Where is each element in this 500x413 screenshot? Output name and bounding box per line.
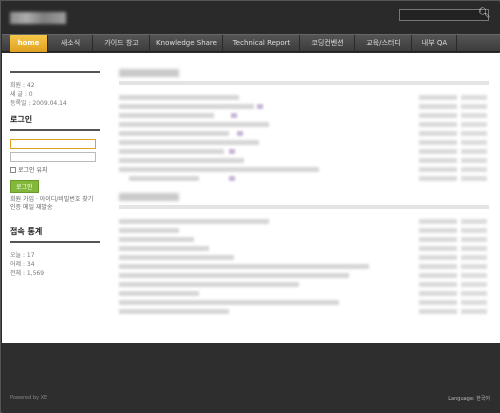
new-posts: 새 글 : 0 — [10, 91, 33, 98]
nav-item-education[interactable]: 교육/스터디 — [356, 35, 412, 52]
divider — [10, 71, 100, 73]
list-item[interactable] — [119, 138, 489, 147]
language-selector[interactable]: Language: 한국어 — [448, 395, 490, 402]
header: 🔍︎ — [2, 2, 500, 34]
nav-item-home[interactable]: home — [10, 35, 48, 52]
content — [119, 69, 489, 316]
remember-label: 로그인 유지 — [18, 167, 48, 174]
list-item[interactable] — [119, 102, 489, 111]
stats-title: 접속 통계 — [10, 227, 43, 236]
remember-login[interactable]: 로그인 유지 — [10, 165, 100, 174]
nav-item-coding-convention[interactable]: 코딩컨벤션 — [301, 35, 355, 52]
stats-today: 오늘 : 17 — [10, 252, 35, 259]
divider — [10, 129, 100, 131]
latest-posts-2 — [119, 193, 489, 316]
list-item[interactable] — [119, 93, 489, 102]
register-date: 등록일 : 2009.04.14 — [10, 100, 67, 107]
list-item[interactable] — [119, 174, 489, 183]
stats-yesterday: 어제 : 34 — [10, 261, 35, 268]
search-icon[interactable]: 🔍︎ — [478, 8, 491, 20]
section-rule — [119, 205, 489, 209]
footer: Powered by XE Language: 한국어 — [2, 343, 500, 413]
list-item[interactable] — [119, 129, 489, 138]
list-item[interactable] — [119, 262, 489, 271]
signup-link[interactable]: 회원 가입 · 아이디/비밀번호 찾기 — [10, 196, 100, 204]
list-item[interactable] — [119, 147, 489, 156]
sidebar: 회원 : 42 새 글 : 0 등록일 : 2009.04.14 로그인 로그인… — [10, 71, 100, 278]
remember-checkbox[interactable] — [10, 166, 16, 173]
nav-item-knowledge-share[interactable]: Knowledge Share — [151, 35, 223, 52]
list-item[interactable] — [119, 280, 489, 289]
list-item[interactable] — [119, 253, 489, 262]
list-item[interactable] — [119, 289, 489, 298]
list-item[interactable] — [119, 226, 489, 235]
list-item[interactable] — [119, 298, 489, 307]
password-field[interactable] — [10, 152, 96, 162]
divider — [10, 241, 100, 243]
section-title-blurred — [119, 193, 179, 201]
powered-by: Powered by XE — [10, 395, 48, 401]
main-nav: home 새소식 가이드 창고 Knowledge Share Technica… — [2, 34, 500, 52]
list-item[interactable] — [119, 271, 489, 280]
nav-item-internal-qa[interactable]: 내부 QA — [413, 35, 457, 52]
section-title-blurred — [119, 69, 179, 77]
page-frame: 🔍︎ home 새소식 가이드 창고 Knowledge Share Techn… — [0, 0, 500, 413]
nav-item-news[interactable]: 새소식 — [49, 35, 93, 52]
list-item[interactable] — [119, 120, 489, 129]
stats-total: 전체 : 1,569 — [10, 270, 45, 277]
site-logo[interactable] — [10, 12, 66, 24]
nav-item-technical-report[interactable]: Technical Report — [224, 35, 300, 52]
list-item[interactable] — [119, 165, 489, 174]
login-title: 로그인 — [10, 115, 33, 124]
list-item[interactable] — [119, 111, 489, 120]
member-count: 회원 : 42 — [10, 82, 35, 89]
list-item[interactable] — [119, 235, 489, 244]
list-item[interactable] — [119, 307, 489, 316]
section-rule — [119, 81, 489, 85]
search-input[interactable] — [399, 9, 489, 21]
latest-posts-1 — [119, 69, 489, 183]
list-item[interactable] — [119, 244, 489, 253]
nav-item-guide[interactable]: 가이드 창고 — [94, 35, 150, 52]
list-item[interactable] — [119, 217, 489, 226]
login-button[interactable]: 로그인 — [10, 180, 39, 193]
userid-field[interactable] — [10, 139, 96, 149]
resend-mail-link[interactable]: 인증 메일 재발송 — [10, 204, 100, 212]
list-item[interactable] — [119, 156, 489, 165]
main-area: 회원 : 42 새 글 : 0 등록일 : 2009.04.14 로그인 로그인… — [2, 53, 500, 343]
